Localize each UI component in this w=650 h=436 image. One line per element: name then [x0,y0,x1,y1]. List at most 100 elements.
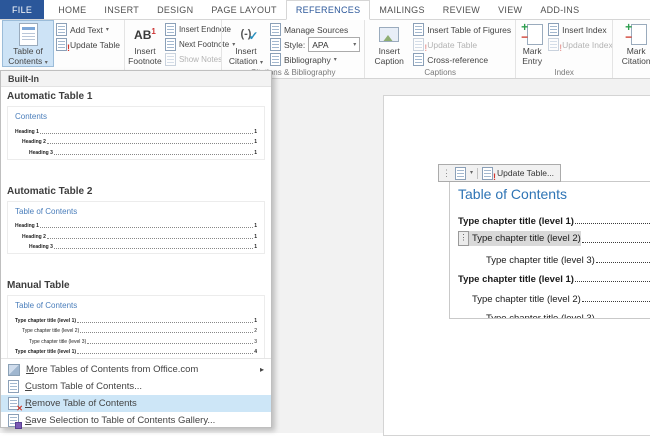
preview-row: Heading 21 [22,139,257,145]
footnote-ab1-icon: AB1 [134,26,156,42]
toc-row-level3[interactable]: Type chapter title (level 3) [458,305,650,319]
custom-toc-icon [8,380,19,393]
toc-row-level3[interactable]: Type chapter title (level 3) [458,246,650,266]
office-gallery-icon [8,363,20,376]
manage-sources-icon [269,23,281,36]
insert-table-of-figures-button[interactable]: Insert Table of Figures [411,22,513,37]
content-control-header: ⋮ ▾ Update Table... [438,164,562,182]
manage-sources-label: Manage Sources [283,24,349,35]
drag-dots-icon[interactable]: ⋮ [442,168,451,178]
toc-row-level2-selected[interactable]: ⋮ Type chapter title (level 2) [458,227,650,246]
update-table-captions-button[interactable]: Update Table [411,37,513,53]
tab-file[interactable]: FILE [0,0,45,19]
update-table-button[interactable]: Update Table [54,37,122,53]
tab-add-ins[interactable]: ADD-INS [531,0,588,19]
style-combo[interactable]: APA ▾ [308,37,361,52]
cross-reference-icon [413,53,425,66]
insert-caption-label: Insert Caption [374,45,404,66]
preview-row: Type chapter title (level 2) 2 [22,328,257,334]
bibliography-icon [269,53,281,66]
group-label-captions: Captions [424,68,456,77]
table-of-contents-button[interactable]: Table of Contents ▾ [2,20,54,67]
menu-item-label: More Tables of Contents from Office.com [26,364,199,375]
toc-title[interactable]: Table of Contents [458,186,650,202]
cross-reference-button[interactable]: Cross-reference [411,52,513,67]
insert-caption-button[interactable]: Insert Caption [367,20,411,67]
update-index-button[interactable]: Update Index [546,37,615,53]
mark-citation-button[interactable]: Mark Citation [615,20,650,67]
preview-row: Heading 31 [29,149,257,156]
style-icon [269,38,281,51]
cross-reference-label: Cross-reference [427,54,489,65]
update-table-icon [56,38,70,53]
save-gallery-icon [8,414,22,429]
tab-home[interactable]: HOME [49,0,95,19]
toc-row-text: Type chapter title (level 3) [486,313,595,319]
add-text-icon [56,23,67,36]
insert-endnote-button[interactable]: Insert Endnote [163,22,231,37]
preview-row: Heading 11 [15,223,257,229]
content-control-doc-icon[interactable] [455,166,466,180]
mark-entry-label: Mark Entry [522,45,543,66]
manage-sources-button[interactable]: Manage Sources [268,22,362,37]
tab-review[interactable]: REVIEW [434,0,489,19]
preview-row: Type chapter title (level 3) 3 [29,338,257,345]
insert-citation-button[interactable]: (-) Insert Citation ▾ [224,20,268,67]
tab-design[interactable]: DESIGN [148,0,202,19]
menu-item-more-tables[interactable]: More Tables of Contents from Office.com … [1,361,271,378]
update-index-icon [548,38,562,53]
tab-mailings[interactable]: MAILINGS [370,0,433,19]
toc-row-text: Type chapter title (level 3) [486,254,595,266]
preview-row: Heading 31 [29,244,257,250]
insert-footnote-button[interactable]: AB1 Insert Footnote [127,20,163,67]
submenu-arrow-icon: ▸ [259,365,264,374]
toc-row-level2[interactable]: Type chapter title (level 2) [458,285,650,305]
update-table-document-button[interactable]: Update Table... [497,168,554,178]
mark-entry-button[interactable]: Mark Entry [518,20,546,67]
show-notes-icon [164,53,176,66]
menu-item-save-selection[interactable]: Save Selection to Table of Contents Gall… [1,412,271,429]
insert-index-label: Insert Index [562,24,607,35]
gallery-item-manual-table[interactable]: Table of Contents Type chapter title (le… [7,295,265,358]
table-of-contents-control[interactable]: Table of Contents Type chapter title (le… [449,181,650,319]
document-page[interactable]: ⋮ ▾ Update Table... Table of Contents Ty… [383,95,650,436]
dot-leader [581,300,650,302]
mark-citation-label: Mark Citation [621,45,650,66]
dot-leader [581,242,650,243]
next-footnote-button[interactable]: Next Footnote ▾ [163,37,235,52]
preview-heading: Table of Contents [15,301,78,310]
insert-citation-label: Insert Citation [228,45,258,66]
menu-item-label: Save Selection to Table of Contents Gall… [25,415,216,426]
insert-caption-icon [379,23,400,46]
menu-item-custom-toc[interactable]: Custom Table of Contents... [1,378,271,395]
gallery-item-automatic-table-2[interactable]: Table of Contents Heading 11 Heading 21 … [7,200,265,254]
preview-row: Heading 11 [15,128,257,135]
selection-highlight: ⋮ Type chapter title (level 2) [458,231,581,246]
tab-view[interactable]: VIEW [489,0,531,19]
gallery-item-automatic-table-1[interactable]: Contents Heading 11 Heading 21 Heading 3… [7,106,265,160]
insert-index-button[interactable]: Insert Index [546,22,615,37]
preview-heading: Contents [15,112,48,121]
chevron-down-icon: ▾ [105,26,109,33]
tab-references[interactable]: REFERENCES [285,0,371,20]
bibliography-button[interactable]: Bibliography ▾ [268,52,362,67]
toc-row-text: Type chapter title (level 2) [472,233,581,244]
tab-page-layout[interactable]: PAGE LAYOUT [202,0,285,19]
dropdown-menu: More Tables of Contents from Office.com … [1,358,271,429]
add-text-label: Add Text [70,24,103,35]
drag-handle-icon[interactable]: ⋮ [458,231,469,246]
toc-row-level1[interactable]: Type chapter title (level 1) [458,207,650,227]
chevron-down-icon[interactable]: ▾ [470,170,473,176]
chevron-down-icon: ▾ [353,41,357,48]
toc-row-level1[interactable]: Type chapter title (level 1) [458,266,650,285]
chevron-down-icon: ▾ [333,56,337,63]
menu-item-remove-toc[interactable]: Remove Table of Contents [1,395,271,413]
mark-entry-icon [521,20,544,46]
chevron-down-icon: ▾ [44,60,48,67]
show-notes-button[interactable]: Show Notes [163,52,222,67]
table-of-contents-label: Table of Contents [8,46,43,67]
dot-leader [595,261,650,263]
tab-insert[interactable]: INSERT [95,0,148,19]
remove-toc-icon [8,397,23,413]
add-text-button[interactable]: Add Text ▾ [54,22,122,37]
